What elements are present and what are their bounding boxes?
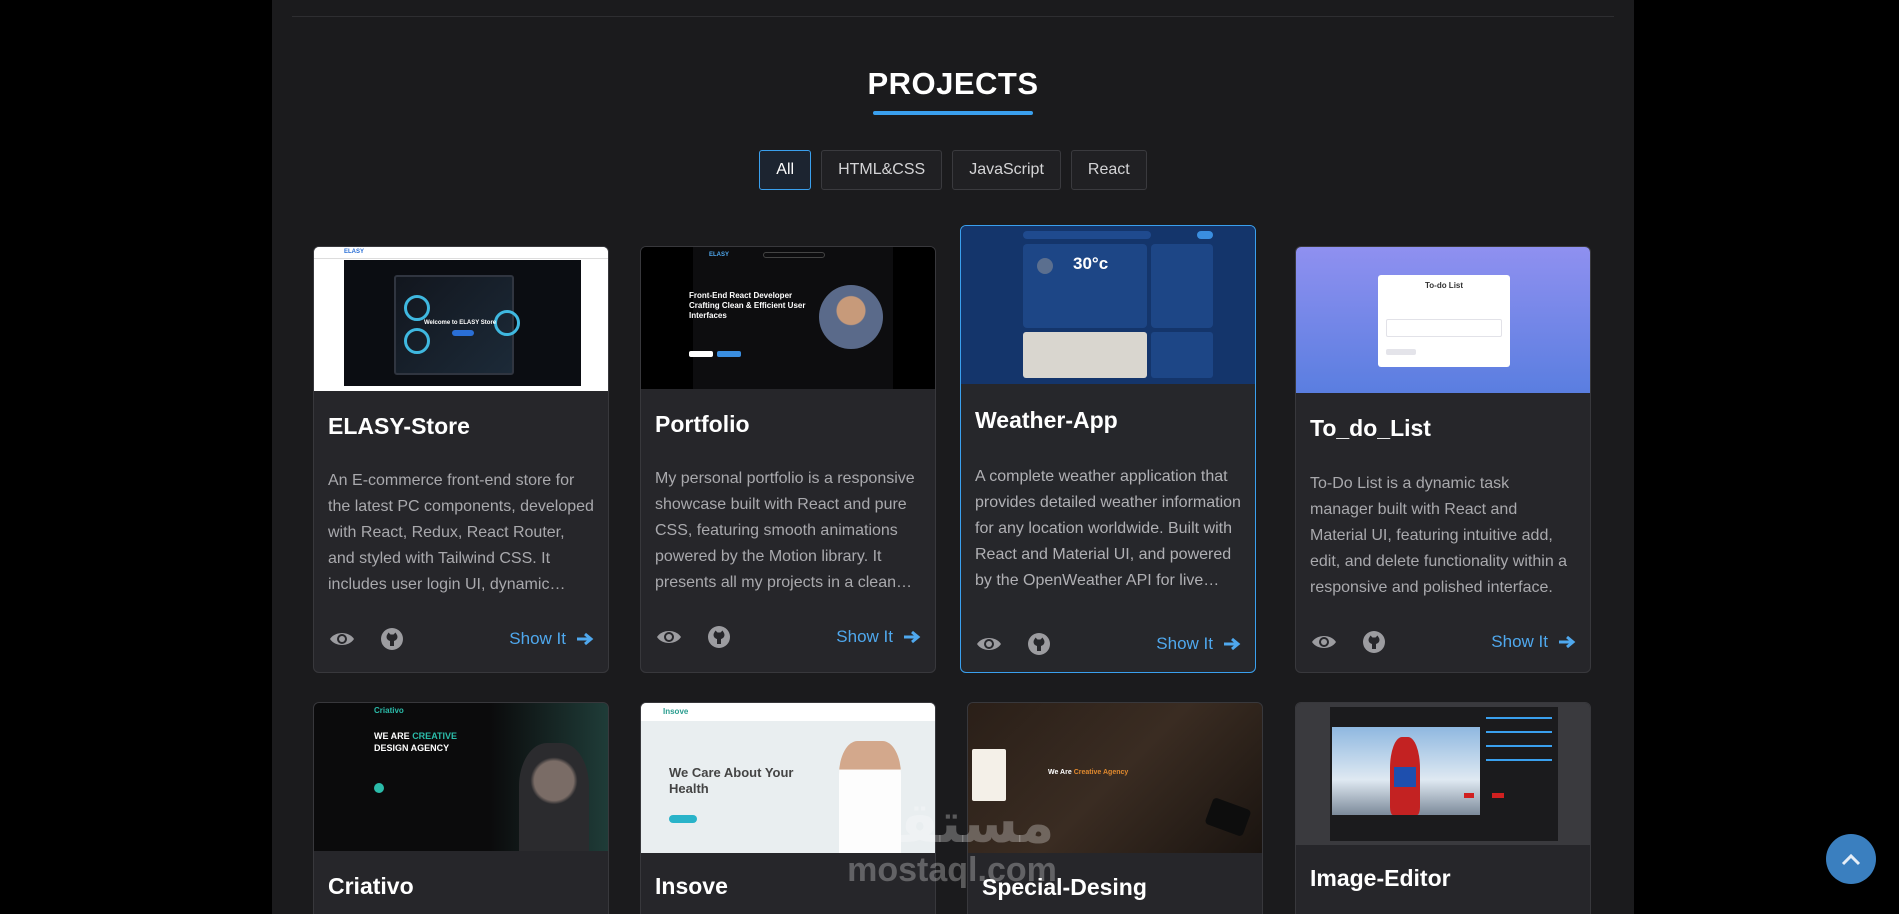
watermark: مستقل mostaql.com — [832, 791, 1072, 890]
project-thumbnail[interactable]: Criativo WE ARE CREATIVE DESIGN AGENCY — [314, 703, 608, 851]
eye-icon[interactable] — [655, 623, 683, 651]
project-card-weather-app: 30°c Weather-App A complete weather appl… — [960, 225, 1256, 673]
eye-icon[interactable] — [1310, 628, 1338, 656]
card-actions: Show It — [1310, 627, 1576, 657]
project-card-criativo: Criativo WE ARE CREATIVE DESIGN AGENCY C… — [313, 702, 609, 914]
chevron-up-icon — [1841, 853, 1861, 866]
thumb-brand: Insove — [663, 707, 689, 716]
show-it-link[interactable]: Show It — [1156, 634, 1241, 654]
card-title: Portfolio — [655, 411, 750, 437]
filter-all[interactable]: All — [759, 150, 812, 190]
show-it-link[interactable]: Show It — [509, 629, 594, 649]
show-it-label: Show It — [509, 629, 566, 648]
card-actions: Show It — [328, 624, 594, 654]
project-thumbnail[interactable]: ELASY Front-End React Developer Crafting… — [641, 247, 935, 389]
arrow-right-icon — [1559, 635, 1576, 649]
arrow-right-icon — [577, 632, 594, 646]
card-description: An E-commerce front-end store for the la… — [328, 472, 594, 593]
card-title: To_do_List — [1310, 415, 1431, 441]
filter-react[interactable]: React — [1070, 150, 1147, 190]
project-card-portfolio: ELASY Front-End React Developer Crafting… — [640, 246, 936, 673]
thumb-headline-c: DESIGN AGENCY — [374, 743, 450, 753]
projects-page: PROJECTS All HTML&CSS JavaScript React E… — [272, 0, 1634, 914]
scroll-to-top-button[interactable] — [1826, 834, 1876, 884]
watermark-latin: mostaql.com — [847, 851, 1057, 889]
project-card-to-do-list: To-do List To_do_List To-Do List is a dy… — [1295, 246, 1591, 673]
filter-bar: All HTML&CSS JavaScript React — [272, 150, 1634, 190]
divider — [292, 16, 1614, 17]
show-it-label: Show It — [1156, 634, 1213, 653]
eye-icon[interactable] — [328, 625, 356, 653]
project-card-image-editor: Image-Editor — [1295, 702, 1591, 914]
arrow-right-icon — [904, 630, 921, 644]
thumb-headline: We Care About Your Health — [669, 765, 794, 796]
thumb-headline: Welcome to ELASY Store — [424, 320, 497, 326]
project-thumbnail[interactable]: ELASY Welcome to ELASY Store — [314, 247, 608, 391]
section-title: PROJECTS — [867, 66, 1039, 101]
thumb-headline-b: Creative Agency — [1073, 769, 1129, 776]
thumb-temperature: 30°c — [1073, 254, 1109, 273]
card-description: A complete weather application that prov… — [975, 468, 1241, 589]
project-thumbnail[interactable]: To-do List — [1296, 247, 1590, 393]
card-description: My personal portfolio is a responsive sh… — [655, 470, 915, 591]
watermark-arabic: مستقل — [849, 791, 1055, 854]
show-it-label: Show It — [836, 627, 893, 646]
title-underline — [873, 111, 1033, 115]
thumb-brand: ELASY — [709, 252, 730, 258]
card-description: To-Do List is a dynamic task manager bui… — [1310, 475, 1568, 596]
thumb-brand: ELASY — [344, 249, 365, 255]
card-title: Image-Editor — [1310, 865, 1451, 891]
github-icon[interactable] — [378, 625, 406, 653]
project-thumbnail[interactable]: 30°c — [961, 226, 1255, 384]
filter-javascript[interactable]: JavaScript — [952, 150, 1061, 190]
thumb-headline: Front-End React Developer Crafting Clean… — [689, 291, 806, 320]
project-card-elasy-store: ELASY Welcome to ELASY Store ELASY-Store… — [313, 246, 609, 673]
thumb-headline-b: CREATIVE — [412, 731, 458, 741]
thumb-headline: To-do List — [1424, 281, 1464, 290]
thumb-brand: Criativo — [374, 706, 404, 715]
card-title: Weather-App — [975, 407, 1118, 433]
project-thumbnail[interactable] — [1296, 703, 1590, 845]
eye-icon[interactable] — [975, 630, 1003, 658]
arrow-right-icon — [1224, 637, 1241, 651]
github-icon[interactable] — [1025, 630, 1053, 658]
card-title: Insove — [655, 873, 728, 899]
show-it-link[interactable]: Show It — [1491, 632, 1576, 652]
card-title: Criativo — [328, 873, 414, 899]
card-title: ELASY-Store — [328, 413, 470, 439]
filter-html-css[interactable]: HTML&CSS — [821, 150, 943, 190]
show-it-link[interactable]: Show It — [836, 627, 921, 647]
thumb-headline-a: WE ARE — [374, 731, 410, 741]
card-actions: Show It — [975, 629, 1241, 659]
card-actions: Show It — [655, 622, 921, 652]
github-icon[interactable] — [705, 623, 733, 651]
github-icon[interactable] — [1360, 628, 1388, 656]
thumb-headline-a: We Are — [1048, 769, 1072, 776]
show-it-label: Show It — [1491, 632, 1548, 651]
